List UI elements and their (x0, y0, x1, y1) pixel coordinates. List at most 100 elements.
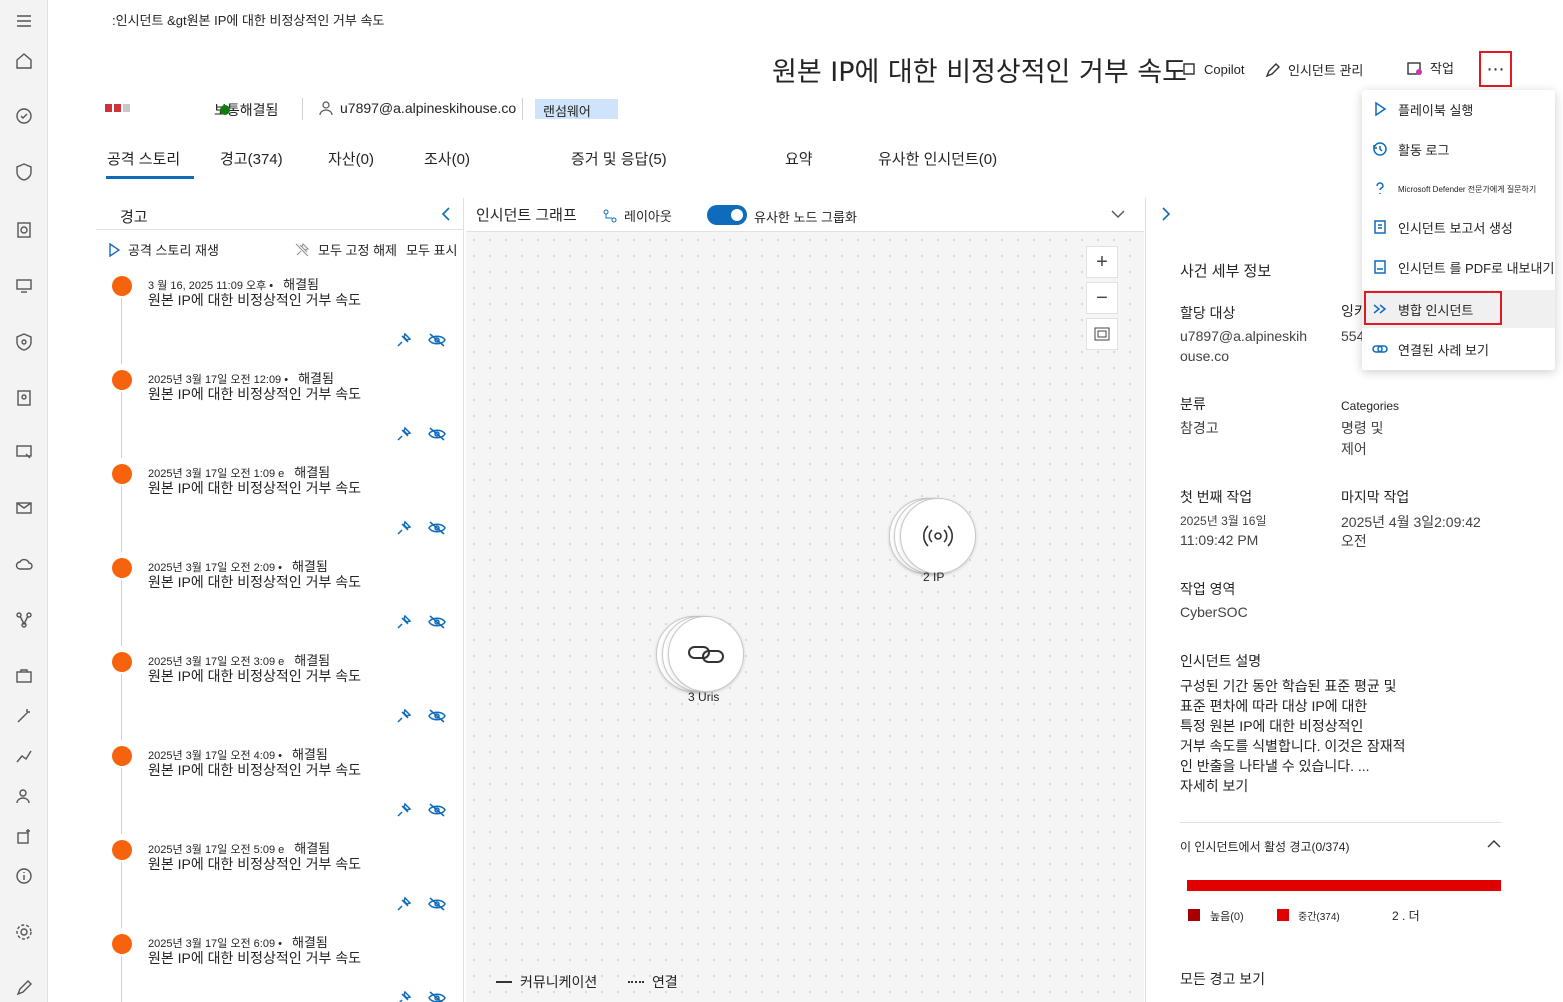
alert-list-item[interactable]: 2025년 3월 17일 오전 2:09 • 해결됨 원본 IP에 대한 비정상적인… (96, 552, 464, 646)
ip-node[interactable] (900, 498, 976, 574)
pin-icon[interactable] (396, 614, 412, 630)
alert-list-item[interactable]: 2025년 3월 17일 오전 6:09 • 해결됨 원본 IP에 대한 비정상적인… (96, 928, 464, 1002)
show-all-button[interactable]: 모두 표시 (406, 240, 457, 259)
collapse-right-icon[interactable] (1160, 206, 1172, 222)
alert-title: 원본 IP에 대한 비정상적인 거부 속도 (148, 292, 361, 308)
hide-icon[interactable] (428, 332, 446, 348)
last-activity-1: 2025년 4월 3일2:09:42 (1341, 514, 1481, 530)
alert-list-item[interactable]: 2025년 3월 17일 오전 5:09 e 해결됨 원본 IP에 대한 비정상적인… (96, 834, 464, 928)
manage-incident-button[interactable]: 인시던트 관리 (1264, 60, 1363, 79)
tab-attack-story[interactable]: 공격 스토리 (107, 148, 180, 169)
tab-similar[interactable]: 유사한 인시던트(0) (878, 148, 997, 169)
hide-icon[interactable] (428, 614, 446, 630)
alert-severity-dot (112, 746, 132, 766)
alerts-pane-title: 경고 (120, 209, 148, 226)
menu-item-ask-expert[interactable]: Microsoft Defender 전문가에게 질문하기 (1362, 170, 1555, 208)
graph-icon[interactable] (14, 610, 34, 630)
tag-chip[interactable]: 랜섬웨어 (535, 99, 618, 119)
apps-icon[interactable] (14, 826, 34, 846)
people-icon[interactable] (14, 786, 34, 806)
hunting-icon[interactable] (14, 220, 34, 240)
copilot-button[interactable]: Copilot (1180, 60, 1244, 78)
menu-item-merge-incident[interactable]: 병합 인시던트 (1362, 290, 1555, 328)
ip-node-type: IP (933, 570, 945, 584)
layout-button[interactable]: 레이아웃 (602, 206, 672, 225)
pin-icon[interactable] (396, 896, 412, 912)
pin-icon[interactable] (396, 802, 412, 818)
layout-icon (603, 209, 617, 222)
tab-assets[interactable]: 자산(0) (328, 148, 374, 169)
alert-list-item[interactable]: 2025년 3월 17일 오전 3:09 e 해결됨 원본 IP에 대한 비정상적인… (96, 646, 464, 740)
shield-icon[interactable] (14, 162, 34, 182)
alert-severity-dot (112, 840, 132, 860)
alert-list-item[interactable]: 2025년 3월 17일 오전 1:09 e 해결됨 원본 IP에 대한 비정상적인… (96, 458, 464, 552)
secure-icon[interactable] (14, 332, 34, 352)
menu-item-generate-report[interactable]: 인시던트 보고서 생성 (1362, 208, 1555, 246)
pin-icon[interactable] (396, 990, 412, 1002)
settings-icon[interactable] (14, 922, 34, 942)
edit-icon[interactable] (14, 978, 34, 998)
identity-icon[interactable] (14, 388, 34, 408)
breadcrumb[interactable]: :인시던트 &gt원본 IP에 대한 비정상적인 거부 속도 (112, 10, 384, 29)
chart-icon[interactable] (14, 746, 34, 766)
devices-icon[interactable] (14, 276, 34, 296)
timeline-line (121, 956, 122, 1002)
more-actions-button[interactable]: ⋯ (1479, 51, 1512, 87)
cloud-icon[interactable] (14, 554, 34, 574)
group-similar-toggle[interactable] (707, 205, 747, 225)
tab-alerts[interactable]: 경고(374) (220, 148, 283, 169)
alert-list-item[interactable]: 2025년 3월 17일 오전 4:09 • 해결됨 원본 IP에 대한 비정상적인… (96, 740, 464, 834)
replay-story-button[interactable]: 공격 스토리 재생 (108, 240, 219, 259)
menu-label: 플레이북 실행 (1398, 102, 1474, 118)
info-icon[interactable] (14, 866, 34, 886)
menu-item-run-playbook[interactable]: 플레이북 실행 (1362, 90, 1555, 128)
pin-icon[interactable] (396, 332, 412, 348)
menu-label: 인시던트 보고서 생성 (1398, 220, 1513, 236)
incident-graph[interactable]: + − 2 IP 3 Uris 커뮤니케이션 연결 (466, 232, 1144, 1002)
uris-node-type: Uris (698, 690, 720, 704)
chevron-down-icon[interactable] (1110, 208, 1126, 220)
collapse-left-icon[interactable] (440, 206, 452, 222)
hide-icon[interactable] (428, 896, 446, 912)
description-line-1: 구성된 기간 동안 학습된 표준 평균 및 (1180, 678, 1397, 694)
incidents-icon[interactable] (14, 106, 34, 126)
menu-item-activity-log[interactable]: 활동 로그 (1362, 130, 1555, 168)
tab-investigations[interactable]: 조사(0) (424, 148, 470, 169)
home-icon[interactable] (14, 51, 34, 71)
mail-icon[interactable] (14, 498, 34, 518)
endpoint-icon[interactable] (14, 442, 34, 462)
view-all-alerts-link[interactable]: 모든 경고 보기 (1180, 969, 1265, 989)
more-legend-button[interactable]: 2 . 더 (1392, 907, 1420, 924)
pin-icon[interactable] (396, 520, 412, 536)
alert-list-item[interactable]: 3 월 16, 2025 11:09 오후 • 해결됨 원본 IP에 대한 비정상적… (96, 270, 464, 364)
chevron-up-icon[interactable] (1486, 838, 1502, 850)
link-icon (688, 646, 724, 663)
hide-icon[interactable] (428, 708, 446, 724)
fit-view-button[interactable] (1086, 318, 1118, 350)
alert-title: 원본 IP에 대한 비정상적인 거부 속도 (148, 762, 361, 778)
tab-evidence[interactable]: 증거 및 응답(5) (571, 148, 667, 169)
uris-node[interactable] (668, 616, 744, 692)
hamburger-icon[interactable] (14, 11, 34, 31)
menu-item-linked-cases[interactable]: 연결된 사례 보기 (1362, 330, 1555, 368)
see-more-link[interactable]: 자세히 보기 (1180, 776, 1248, 796)
hide-icon[interactable] (428, 802, 446, 818)
alert-list-item[interactable]: 2025년 3월 17일 오전 12:09 • 해결됨 원본 IP에 대한 비정상적… (96, 364, 464, 458)
unpin-all-button[interactable]: 모두 고정 해제 (294, 240, 397, 259)
pin-icon[interactable] (396, 426, 412, 442)
pin-icon[interactable] (396, 708, 412, 724)
zoom-in-button[interactable]: + (1086, 246, 1118, 278)
hide-icon[interactable] (428, 520, 446, 536)
wand-icon[interactable] (14, 706, 34, 726)
action-button[interactable]: 작업 (1406, 58, 1454, 77)
alert-title: 원본 IP에 대한 비정상적인 거부 속도 (148, 386, 361, 402)
zoom-out-button[interactable]: − (1086, 282, 1118, 314)
tab-summary[interactable]: 요약 (785, 148, 813, 169)
alert-severity-dot (112, 652, 132, 672)
menu-item-export-pdf[interactable]: 인시던트 를 PDF로 내보내기 (1362, 248, 1555, 286)
briefcase-icon[interactable] (14, 666, 34, 686)
medium-legend-label: 중간(374) (1298, 912, 1340, 923)
hide-icon[interactable] (428, 990, 446, 1002)
hide-icon[interactable] (428, 426, 446, 442)
group-similar-label: 유사한 노드 그룹화 (754, 210, 857, 225)
